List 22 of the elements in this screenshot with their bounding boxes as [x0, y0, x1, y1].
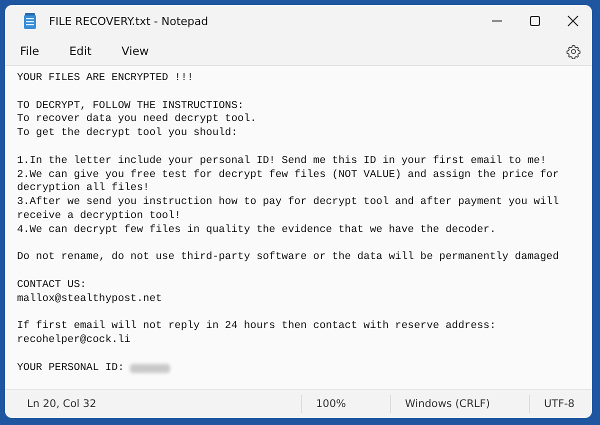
zoom-level: 100% [315, 398, 348, 410]
line-ending: Windows (CRLF) [404, 398, 491, 410]
cursor-position: Ln 20, Col 32 [26, 398, 98, 410]
menu-item[interactable]: Edit [58, 40, 103, 62]
text-line: CONTACT US: [17, 278, 86, 293]
text-line: To recover data you need decrypt tool. [17, 113, 256, 127]
text-line: 4.We can decrypt few files in quality the evidence that we have the decoder. [17, 224, 496, 238]
text-line: TO DECRYPT, FOLLOW THE INSTRUCTIONS: [17, 100, 244, 113]
text-line: 3.After we send you instruction how to pay for decrypt tool and after payment you will receive a decryption tool! [17, 196, 560, 224]
text-line: YOUR FILES ARE ENCRYPTED !!! [17, 72, 194, 86]
encoding: UTF-8 [543, 398, 576, 410]
text-line: 1.In the letter include your personal ID! Send me this ID in your first email to me! [17, 154, 546, 169]
text-line: mallox@stealthypost.net [17, 292, 162, 307]
text-line: YOUR PERSONAL ID: [17, 362, 126, 376]
window-title: FILE RECOVERY.txt - Notepad [49, 14, 208, 28]
text-line: recohelper@cock.li [17, 334, 130, 348]
menu-item[interactable]: View [110, 40, 160, 62]
text-line: 2.We can give you free test for decrypt few files (NOT VALUE) and assign the price for decryption all files! [17, 168, 560, 196]
text-line: To get the decrypt tool you should: [17, 127, 238, 141]
text-line: Do not rename, do not use third-party software or the data will be permanently damaged [17, 251, 559, 266]
text-line: If first email will not reply in 24 hours then contact with reserve address: [17, 320, 496, 334]
menu-item[interactable]: File [9, 40, 50, 62]
